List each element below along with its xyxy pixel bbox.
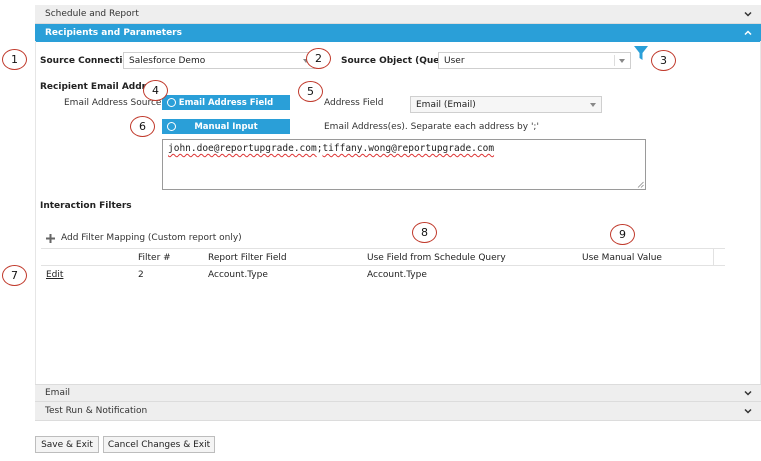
filter-icon[interactable]	[633, 45, 649, 61]
email-address: tiffany.wong@reportupgrade.com	[322, 143, 495, 154]
filter-number-cell: 2	[138, 270, 144, 280]
callout-3: 3	[651, 50, 676, 71]
chevron-up-icon[interactable]	[743, 28, 753, 38]
section-schedule-and-report[interactable]: Schedule and Report	[35, 5, 761, 24]
column-header-manual-value: Use Manual Value	[582, 253, 662, 263]
save-and-exit-button[interactable]: Save & Exit	[35, 436, 99, 453]
cancel-changes-and-exit-button[interactable]: Cancel Changes & Exit	[103, 436, 215, 453]
source-object-select[interactable]: User	[438, 52, 631, 69]
option-label: Manual Input	[194, 121, 258, 132]
callout-1: 1	[2, 49, 27, 70]
radio-icon	[167, 122, 176, 131]
source-connection-value: Salesforce Demo	[129, 55, 206, 66]
callout-7: 7	[2, 265, 27, 286]
report-filter-field-cell: Account.Type	[208, 270, 268, 280]
email-address: john.doe@reportupgrade.com	[168, 143, 317, 154]
chevron-down-icon[interactable]	[743, 406, 753, 416]
resize-grip-icon[interactable]	[637, 181, 644, 188]
report-schedule-panel: Schedule and Report Recipients and Param…	[0, 0, 761, 461]
source-connection-select[interactable]: Salesforce Demo	[123, 52, 315, 69]
caret-down-icon	[590, 103, 596, 107]
callout-6: 6	[130, 116, 155, 137]
section-test-run-notification[interactable]: Test Run & Notification	[35, 402, 761, 421]
add-filter-mapping-label: Add Filter Mapping (Custom report only)	[61, 233, 242, 243]
chevron-down-icon[interactable]	[743, 9, 753, 19]
address-field-select[interactable]: Email (Email)	[410, 96, 602, 113]
section-title: Schedule and Report	[45, 9, 139, 19]
section-title: Test Run & Notification	[45, 406, 148, 416]
manual-input-option[interactable]: Manual Input	[162, 119, 290, 134]
column-header-filter-number: Filter #	[138, 253, 171, 263]
add-filter-mapping-link[interactable]: Add Filter Mapping (Custom report only)	[46, 233, 242, 243]
section-recipients-and-parameters[interactable]: Recipients and Parameters	[35, 24, 761, 42]
source-connection-label: Source Connection	[40, 56, 136, 66]
section-title: Email	[45, 388, 70, 398]
email-address-field-option[interactable]: Email Address Field	[162, 95, 290, 110]
interaction-filters-heading: Interaction Filters	[40, 201, 132, 211]
chevron-down-icon[interactable]	[743, 388, 753, 398]
filters-table-header: Filter # Report Filter Field Use Field f…	[41, 248, 725, 266]
source-object-value: User	[444, 55, 465, 66]
column-header-schedule-query-field: Use Field from Schedule Query	[367, 253, 506, 263]
callout-4: 4	[143, 80, 168, 101]
callout-2: 2	[306, 48, 331, 69]
address-field-label: Address Field	[324, 98, 384, 108]
caret-down-icon	[619, 59, 625, 63]
radio-icon	[167, 98, 176, 107]
section-title: Recipients and Parameters	[45, 28, 182, 38]
source-object-label: Source Object (Query)	[341, 56, 454, 66]
email-addresses-textarea[interactable]: john.doe@reportupgrade.com;tiffany.wong@…	[162, 139, 646, 190]
manual-input-hint: Email Address(es). Separate each address…	[324, 122, 539, 132]
callout-8: 8	[412, 222, 437, 243]
option-label: Email Address Field	[178, 97, 274, 108]
plus-icon	[46, 233, 55, 243]
callout-9: 9	[610, 224, 635, 245]
section-email[interactable]: Email	[35, 384, 761, 402]
email-source-label: Email Address Source	[64, 98, 162, 108]
address-field-value: Email (Email)	[416, 99, 476, 110]
callout-5: 5	[298, 81, 323, 102]
column-header-report-filter-field: Report Filter Field	[208, 253, 287, 263]
schedule-query-field-cell: Account.Type	[367, 270, 427, 280]
table-row: Edit 2 Account.Type Account.Type	[41, 266, 725, 286]
edit-filter-link[interactable]: Edit	[46, 270, 63, 280]
